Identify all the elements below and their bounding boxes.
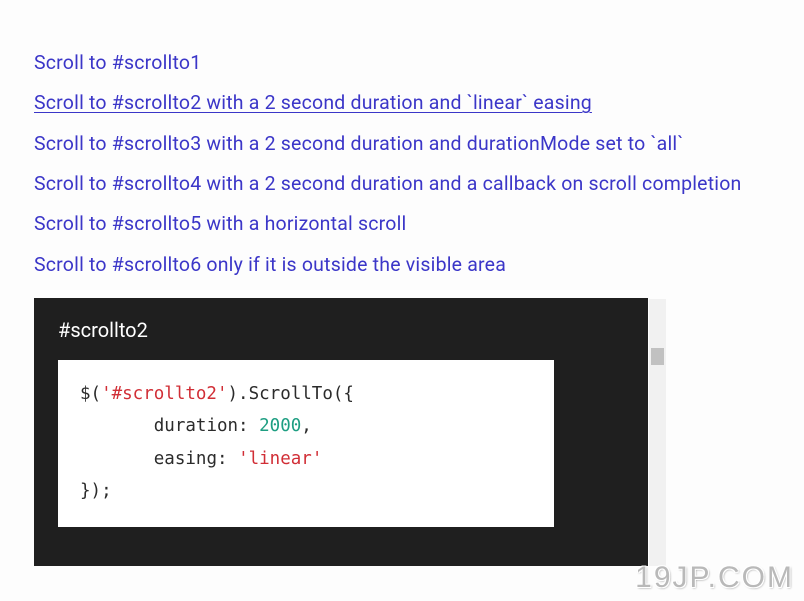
code-line-2: duration: 2000, — [80, 410, 532, 442]
page: Scroll to #scrollto1 Scroll to #scrollto… — [0, 0, 804, 566]
code-line-3: easing: 'linear' — [80, 443, 532, 475]
code-block: $('#scrollto2').ScrollTo({ duration: 200… — [58, 360, 554, 528]
link-scrollto3[interactable]: Scroll to #scrollto3 with a 2 second dur… — [34, 131, 770, 157]
code-line-1: $('#scrollto2').ScrollTo({ — [80, 378, 532, 410]
example-panel: #scrollto2 $('#scrollto2').ScrollTo({ du… — [34, 298, 648, 566]
link-scrollto5[interactable]: Scroll to #scrollto5 with a horizontal s… — [34, 211, 770, 237]
scrollbar-track[interactable] — [649, 299, 666, 566]
link-scrollto1[interactable]: Scroll to #scrollto1 — [34, 50, 770, 76]
panel-title: #scrollto2 — [58, 318, 624, 342]
scroll-container: #scrollto2 $('#scrollto2').ScrollTo({ du… — [34, 298, 666, 566]
watermark: 19JP.COM — [635, 561, 794, 595]
link-scrollto2[interactable]: Scroll to #scrollto2 with a 2 second dur… — [34, 90, 770, 116]
link-scrollto6[interactable]: Scroll to #scrollto6 only if it is outsi… — [34, 252, 770, 278]
scrollbar-thumb[interactable] — [651, 348, 664, 365]
link-scrollto4[interactable]: Scroll to #scrollto4 with a 2 second dur… — [34, 171, 770, 197]
code-line-4: }); — [80, 475, 532, 507]
